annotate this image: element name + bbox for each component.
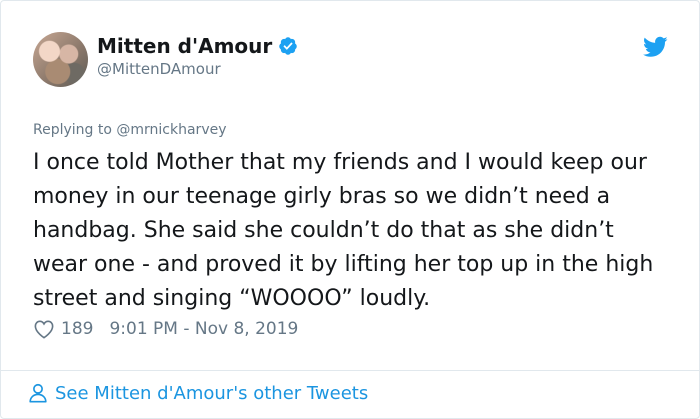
see-other-tweets-link[interactable]: See Mitten d'Amour's other Tweets — [27, 382, 368, 404]
reply-mention-link[interactable]: @mrnickharvey — [116, 122, 226, 138]
see-other-tweets-label[interactable]: See Mitten d'Amour's other Tweets — [55, 383, 368, 404]
replying-to-label: Replying to — [33, 122, 117, 138]
author-name[interactable]: Mitten d'Amour — [97, 34, 272, 58]
verified-badge-icon — [279, 37, 297, 55]
tweet-text: I once told Mother that my friends and I… — [33, 150, 654, 311]
replying-to: Replying to @mrnickharvey — [33, 122, 227, 138]
tweet-timestamp[interactable]: 9:01 PM - Nov 8, 2019 — [109, 319, 298, 339]
person-icon — [29, 383, 47, 403]
divider — [1, 370, 699, 371]
avatar[interactable] — [33, 32, 88, 87]
tweet-card: Mitten d'Amour @MittenDAmour Replying to… — [0, 0, 700, 419]
twitter-bird-icon[interactable] — [643, 36, 668, 58]
author-name-row: Mitten d'Amour — [97, 34, 298, 58]
like-count[interactable]: 189 — [61, 319, 93, 339]
tweet-meta: 189 9:01 PM - Nov 8, 2019 — [33, 319, 298, 339]
author-handle[interactable]: @MittenDAmour — [97, 60, 221, 78]
heart-icon[interactable] — [33, 319, 55, 339]
